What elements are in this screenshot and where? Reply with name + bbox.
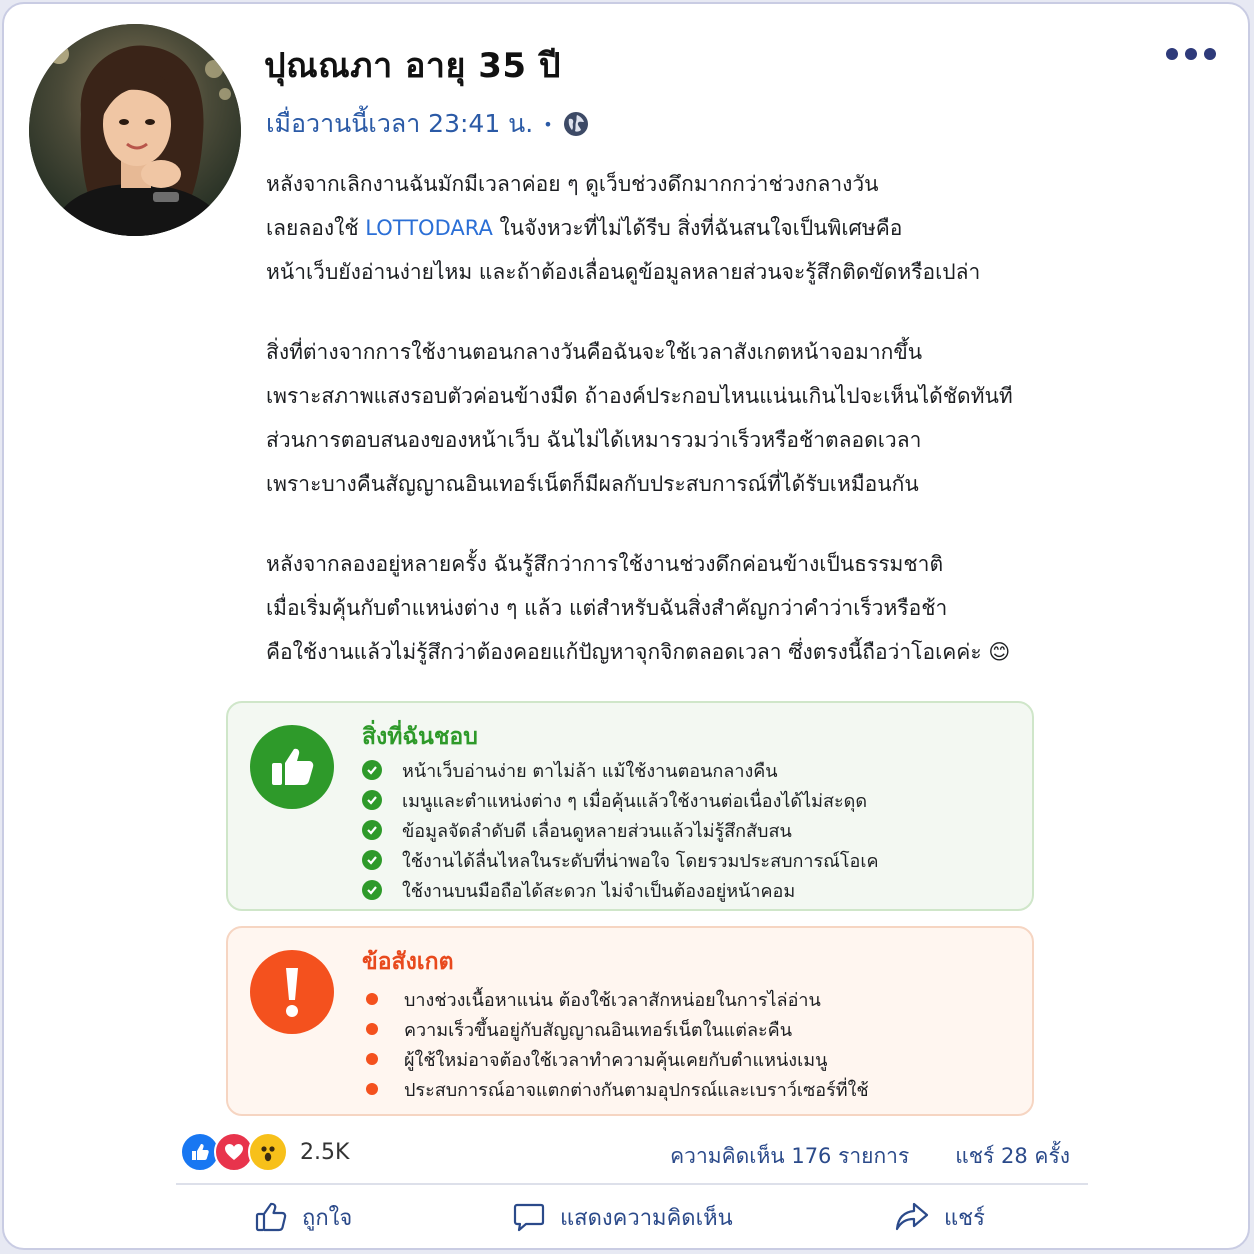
reactions-summary[interactable]: 2.5K <box>180 1132 349 1172</box>
list-item: หน้าเว็บอ่านง่าย ตาไม่ล้า แม้ใช้งานตอนกล… <box>362 755 879 785</box>
comment-count-link[interactable]: ความคิดเห็น 176 รายการ <box>670 1140 909 1173</box>
list-item-text: ความเร็วขึ้นอยู่กับสัญญาณอินเทอร์เน็ตในแ… <box>404 1019 792 1041</box>
share-count-link[interactable]: แชร์ 28 ครั้ง <box>955 1140 1070 1173</box>
thumbs-up-outline-icon <box>255 1202 287 1232</box>
post-paragraph: สิ่งที่ต่างจากการใช้งานตอนกลางวันคือฉันจ… <box>266 330 1096 506</box>
list-item-text: ข้อมูลจัดลำดับดี เลื่อนดูหลายส่วนแล้วไม่… <box>402 820 792 842</box>
more-options-button[interactable] <box>1166 44 1216 64</box>
list-item-text: ใช้งานได้ลื่นไหลในระดับที่น่าพอใจ โดยรวม… <box>402 850 879 872</box>
post-line: หลังจากลองอยู่หลายครั้ง ฉันรู้สึกว่าการใ… <box>266 552 944 576</box>
check-icon <box>362 790 382 810</box>
avatar-portrait <box>29 24 241 236</box>
comment-bubble-icon <box>513 1203 545 1232</box>
likes-list: หน้าเว็บอ่านง่าย ตาไม่ล้า แม้ใช้งานตอนกล… <box>362 755 879 905</box>
post-line-suffix: ในจังหวะที่ไม่ได้รีบ สิ่งที่ฉันสนใจเป็นพ… <box>492 216 903 240</box>
check-icon <box>362 880 382 900</box>
list-item: ใช้งานได้ลื่นไหลในระดับที่น่าพอใจ โดยรวม… <box>362 845 879 875</box>
more-dot-icon <box>1185 48 1197 60</box>
bullet-icon <box>366 1023 378 1035</box>
notes-box: ข้อสังเกต บางช่วงเนื้อหาแน่น ต้องใช้เวลา… <box>226 926 1034 1116</box>
post-meta: เมื่อวานนี้เวลา 23:41 น. • <box>266 104 589 144</box>
bullet-icon <box>366 993 378 1005</box>
comment-label: แสดงความคิดเห็น <box>560 1205 733 1231</box>
post-paragraph: หลังจากลองอยู่หลายครั้ง ฉันรู้สึกว่าการใ… <box>266 542 1096 674</box>
reaction-count: 2.5K <box>300 1139 350 1165</box>
likes-box: สิ่งที่ฉันชอบ หน้าเว็บอ่านง่าย ตาไม่ล้า … <box>226 701 1034 911</box>
globe-icon[interactable] <box>563 111 589 137</box>
author-name[interactable]: ปุณณภา อายุ 35 ปี <box>264 38 561 92</box>
more-dot-icon <box>1166 48 1178 60</box>
engagement-stats: ความคิดเห็น 176 รายการ แชร์ 28 ครั้ง <box>670 1140 1070 1173</box>
list-item: บางช่วงเนื้อหาแน่น ต้องใช้เวลาสักหน่อยใน… <box>362 984 869 1014</box>
wow-reaction-icon <box>248 1132 288 1172</box>
share-arrow-icon <box>895 1202 929 1231</box>
share-button[interactable]: แชร์ <box>894 1194 985 1240</box>
list-item-text: หน้าเว็บอ่านง่าย ตาไม่ล้า แม้ใช้งานตอนกล… <box>402 760 778 782</box>
avatar[interactable] <box>29 24 241 236</box>
post-line: หลังจากเลิกงานฉันมักมีเวลาค่อย ๆ ดูเว็บช… <box>266 172 879 196</box>
list-item: ผู้ใช้ใหม่อาจต้องใช้เวลาทำความคุ้นเคยกับ… <box>362 1044 869 1074</box>
post-line: เพราะสภาพแสงรอบตัวค่อนข้างมืด ถ้าองค์ประ… <box>266 384 1013 408</box>
likes-title: สิ่งที่ฉันชอบ <box>362 724 478 750</box>
meta-separator: • <box>543 114 553 134</box>
list-item-text: เมนูและตำแหน่งต่าง ๆ เมื่อคุ้นแล้วใช้งาน… <box>402 790 868 812</box>
notes-title: ข้อสังเกต <box>362 949 454 975</box>
notes-list: บางช่วงเนื้อหาแน่น ต้องใช้เวลาสักหน่อยใน… <box>362 984 869 1104</box>
post-line: สิ่งที่ต่างจากการใช้งานตอนกลางวันคือฉันจ… <box>266 340 923 364</box>
post-line: ส่วนการตอบสนองของหน้าเว็บ ฉันไม่ได้เหมาร… <box>266 428 922 452</box>
list-item: ความเร็วขึ้นอยู่กับสัญญาณอินเทอร์เน็ตในแ… <box>362 1014 869 1044</box>
check-icon <box>362 820 382 840</box>
post-line-prefix: เลยลองใช้ <box>266 216 366 240</box>
post-line: เพราะบางคืนสัญญาณอินเทอร์เน็ตก็มีผลกับปร… <box>266 472 919 496</box>
list-item-text: ประสบการณ์อาจแตกต่างกันตามอุปกรณ์และเบรา… <box>404 1079 869 1101</box>
post-timestamp[interactable]: เมื่อวานนี้เวลา 23:41 น. <box>266 104 533 144</box>
post-line: หน้าเว็บยังอ่านง่ายไหม และถ้าต้องเลื่อนด… <box>266 260 981 284</box>
list-item-text: บางช่วงเนื้อหาแน่น ต้องใช้เวลาสักหน่อยใน… <box>404 989 821 1011</box>
comment-button[interactable]: แสดงความคิดเห็น <box>512 1194 733 1240</box>
check-icon <box>362 760 382 780</box>
list-item: ข้อมูลจัดลำดับดี เลื่อนดูหลายส่วนแล้วไม่… <box>362 815 879 845</box>
post-paragraph: หลังจากเลิกงานฉันมักมีเวลาค่อย ๆ ดูเว็บช… <box>266 162 1096 294</box>
post-card: ปุณณภา อายุ 35 ปี เมื่อวานนี้เวลา 23:41 … <box>2 2 1250 1250</box>
post-line: เมื่อเริ่มคุ้นกับตำแหน่งต่าง ๆ แล้ว แต่ส… <box>266 596 948 620</box>
check-icon <box>362 850 382 870</box>
post-body: หลังจากเลิกงานฉันมักมีเวลาค่อย ๆ ดูเว็บช… <box>266 162 1096 710</box>
like-label: ถูกใจ <box>302 1205 353 1231</box>
exclamation-icon <box>250 950 334 1034</box>
bullet-icon <box>366 1053 378 1065</box>
bullet-icon <box>366 1083 378 1095</box>
divider <box>176 1183 1088 1185</box>
post-line: คือใช้งานแล้วไม่รู้สึกว่าต้องคอยแก้ปัญหา… <box>266 640 982 664</box>
smile-emoji-icon: 😊 <box>988 640 1011 664</box>
share-label: แชร์ <box>944 1205 985 1231</box>
list-item: ประสบการณ์อาจแตกต่างกันตามอุปกรณ์และเบรา… <box>362 1074 869 1104</box>
thumbs-up-icon <box>250 725 334 809</box>
list-item-text: ผู้ใช้ใหม่อาจต้องใช้เวลาทำความคุ้นเคยกับ… <box>404 1049 828 1071</box>
list-item: ใช้งานบนมือถือได้สะดวก ไม่จำเป็นต้องอยู่… <box>362 875 879 905</box>
lottodara-link[interactable]: LOTTODARA <box>365 216 493 240</box>
list-item-text: ใช้งานบนมือถือได้สะดวก ไม่จำเป็นต้องอยู่… <box>402 880 796 902</box>
more-dot-icon <box>1204 48 1216 60</box>
post-actions: ถูกใจ แสดงความคิดเห็น แชร์ <box>176 1194 1088 1240</box>
like-button[interactable]: ถูกใจ <box>254 1194 352 1240</box>
list-item: เมนูและตำแหน่งต่าง ๆ เมื่อคุ้นแล้วใช้งาน… <box>362 785 879 815</box>
